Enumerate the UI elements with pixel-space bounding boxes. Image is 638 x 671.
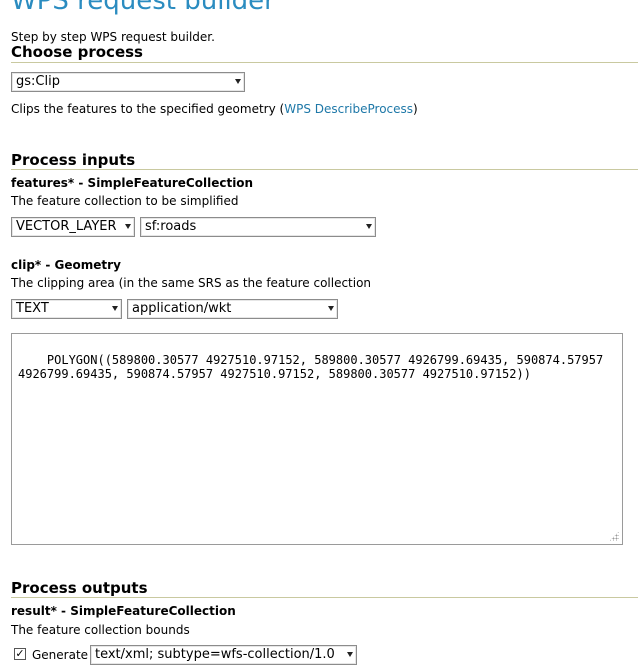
clip-mime-type-value: application/wkt (132, 301, 232, 316)
features-input-description: The feature collection to be simplified (11, 194, 239, 208)
choose-process-heading: Choose process (11, 43, 143, 61)
features-input-label: features* - SimpleFeatureCollection (11, 176, 254, 190)
process-select[interactable]: gs:Clip (11, 72, 245, 92)
clip-source-type-value: TEXT (16, 301, 49, 316)
process-outputs-heading: Process outputs (11, 579, 148, 597)
chevron-down-icon (125, 224, 131, 229)
generate-checkbox[interactable]: ✓ (14, 648, 26, 660)
clip-geometry-text: POLYGON((589800.30577 4927510.97152, 589… (18, 353, 611, 381)
wps-request-builder-page: WPS request builder Step by step WPS req… (0, 0, 638, 671)
process-description-text: Clips the features to the specified geom… (11, 102, 285, 116)
output-format-value: text/xml; subtype=wfs-collection/1.0 (95, 647, 335, 662)
features-layer-select[interactable]: sf:roads (140, 217, 376, 237)
clip-mime-type-select[interactable]: application/wkt (127, 299, 338, 319)
clip-input-label: clip* - Geometry (11, 258, 121, 272)
page-subtitle: Step by step WPS request builder. (11, 30, 215, 44)
result-output-label: result* - SimpleFeatureCollection (11, 604, 236, 618)
chevron-down-icon (112, 306, 118, 311)
features-source-type-select[interactable]: VECTOR_LAYER (11, 217, 135, 237)
features-layer-value: sf:roads (145, 219, 197, 234)
chevron-down-icon (328, 306, 334, 311)
section-divider (11, 62, 638, 63)
check-icon: ✓ (15, 647, 25, 660)
chevron-down-icon (366, 224, 372, 229)
process-select-value: gs:Clip (16, 74, 60, 89)
process-description-end: ) (413, 102, 418, 116)
resize-grip-icon[interactable] (609, 531, 619, 541)
page-title: WPS request builder (11, 0, 275, 16)
process-inputs-heading: Process inputs (11, 151, 136, 169)
generate-checkbox-label: Generate (32, 648, 89, 662)
chevron-down-icon (347, 652, 353, 657)
chevron-down-icon (235, 79, 241, 84)
process-description: Clips the features to the specified geom… (11, 102, 418, 116)
section-divider (11, 597, 638, 598)
result-output-description: The feature collection bounds (11, 623, 190, 637)
clip-input-description: The clipping area (in the same SRS as th… (11, 276, 372, 290)
features-source-type-value: VECTOR_LAYER (16, 219, 117, 234)
clip-geometry-textarea[interactable]: POLYGON((589800.30577 4927510.97152, 589… (11, 333, 623, 545)
describe-process-link[interactable]: WPS DescribeProcess (284, 102, 413, 116)
section-divider (11, 169, 638, 170)
output-format-select[interactable]: text/xml; subtype=wfs-collection/1.0 (90, 645, 357, 665)
clip-source-type-select[interactable]: TEXT (11, 299, 122, 319)
